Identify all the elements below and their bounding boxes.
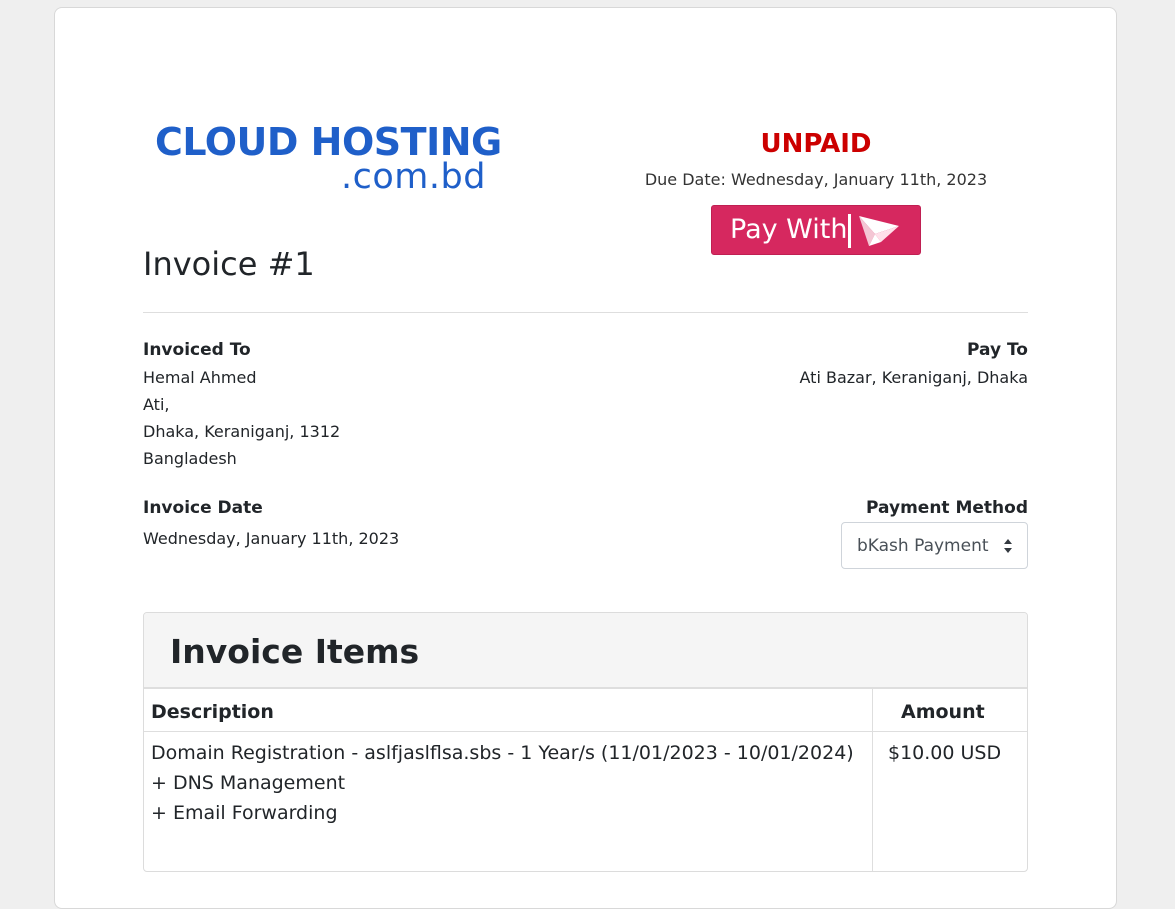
bkash-bird-icon: [859, 216, 899, 246]
pay-button-divider: [848, 214, 851, 248]
payment-method-value: bKash Payment: [857, 536, 989, 556]
invoice-title: Invoice #1: [143, 245, 315, 283]
item-addon: + DNS Management: [151, 772, 346, 794]
address-line: Dhaka, Keraniganj, 1312: [143, 422, 341, 441]
invoice-items-panel: Invoice Items Description Amount Domain …: [143, 612, 1028, 872]
pay-with-bkash-button[interactable]: Pay With: [711, 205, 921, 255]
header-divider: [143, 312, 1028, 313]
payment-method-select[interactable]: bKash Payment: [841, 522, 1028, 569]
description-column-header: Description: [151, 701, 274, 723]
invoice-date-value: Wednesday, January 11th, 2023: [143, 529, 400, 548]
item-addon: + Email Forwarding: [151, 802, 338, 824]
amount-column-header: Amount: [901, 701, 985, 723]
table-column-divider: [872, 689, 873, 871]
pay-button-label: Pay With: [730, 214, 848, 245]
item-amount: $10.00 USD: [888, 742, 1002, 764]
select-arrows-icon: [1004, 539, 1012, 553]
due-date: Due Date: Wednesday, January 11th, 2023: [644, 170, 988, 189]
address-line: Hemal Ahmed: [143, 368, 257, 387]
address-line: Ati,: [143, 395, 170, 414]
item-description: Domain Registration - aslfjaslflsa.sbs -…: [151, 742, 854, 764]
payment-method-label: Payment Method: [866, 498, 1028, 518]
pay-to-address: Ati Bazar, Keraniganj, Dhaka: [799, 368, 1028, 387]
invoiced-to-label: Invoiced To: [143, 340, 251, 360]
pay-to-label: Pay To: [967, 340, 1028, 360]
company-logo: CLOUD HOSTING .com.bd: [155, 120, 515, 200]
invoiced-to-address: Hemal Ahmed Ati, Dhaka, Keraniganj, 1312…: [143, 364, 340, 472]
invoice-items-header: Invoice Items: [144, 613, 1027, 689]
table-header-divider: [144, 731, 1027, 732]
invoice-date-label: Invoice Date: [143, 498, 263, 518]
invoice-status: UNPAID: [760, 129, 872, 159]
address-line: Bangladesh: [143, 449, 237, 468]
invoice-items-heading: Invoice Items: [170, 632, 420, 671]
logo-sub-text: .com.bd: [341, 157, 486, 197]
